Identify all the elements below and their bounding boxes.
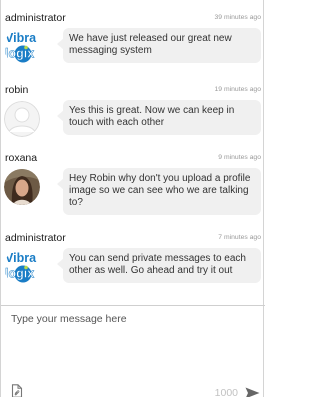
message-header: roxana 9 minutes ago (1, 150, 265, 166)
logo-text: logix (5, 47, 34, 61)
message-bubble: You can send private messages to each ot… (57, 248, 261, 283)
message-feed[interactable]: administrator 39 minutes ago Vibra logix… (1, 0, 265, 305)
message-composer: 1000 (1, 305, 265, 397)
message-timestamp: 9 minutes ago (218, 154, 261, 161)
message-timestamp: 7 minutes ago (218, 234, 261, 241)
message-text: You can send private messages to each ot… (69, 253, 246, 276)
message-input[interactable] (2, 307, 263, 369)
vibralogix-logo-icon: Vibra logix (4, 29, 40, 65)
message-bubble: We have just released our great new mess… (57, 28, 261, 63)
message-timestamp: 39 minutes ago (214, 14, 261, 21)
messaging-panel: administrator 39 minutes ago Vibra logix… (0, 0, 265, 397)
logo-text: Vibra (5, 251, 37, 265)
send-icon[interactable] (245, 386, 260, 397)
message-item: robin 19 minutes ago Yes this is great. … (1, 82, 265, 137)
default-user-icon (4, 101, 40, 137)
message-author[interactable]: administrator (5, 232, 66, 244)
message-item: administrator 39 minutes ago Vibra logix… (1, 10, 265, 65)
avatar[interactable]: Vibra logix (4, 29, 40, 65)
message-item: administrator 7 minutes ago Vibra logix … (1, 230, 265, 285)
avatar[interactable]: Vibra logix (4, 249, 40, 285)
message-timestamp: 19 minutes ago (214, 86, 261, 93)
message-header: robin 19 minutes ago (1, 82, 265, 98)
character-counter: 1000 (214, 387, 238, 397)
message-item: roxana 9 minutes ago Hey Robin why don't… (1, 150, 265, 215)
avatar[interactable] (4, 101, 40, 137)
attach-file-icon[interactable] (11, 384, 23, 397)
message-header: administrator 39 minutes ago (1, 10, 265, 26)
avatar[interactable] (4, 169, 40, 205)
user-photo-icon (4, 169, 40, 205)
vibralogix-logo-icon: Vibra logix (4, 249, 40, 285)
message-author[interactable]: robin (5, 84, 28, 96)
message-bubble: Yes this is great. Now we can keep in to… (57, 100, 261, 135)
message-bubble: Hey Robin why don't you upload a profile… (57, 168, 261, 215)
message-header: administrator 7 minutes ago (1, 230, 265, 246)
message-text: We have just released our great new mess… (69, 33, 232, 56)
logo-text: Vibra (5, 31, 37, 45)
message-text: Hey Robin why don't you upload a profile… (69, 173, 251, 208)
message-author[interactable]: roxana (5, 152, 37, 164)
logo-text: logix (5, 267, 34, 281)
message-author[interactable]: administrator (5, 12, 66, 24)
message-text: Yes this is great. Now we can keep in to… (69, 105, 235, 128)
